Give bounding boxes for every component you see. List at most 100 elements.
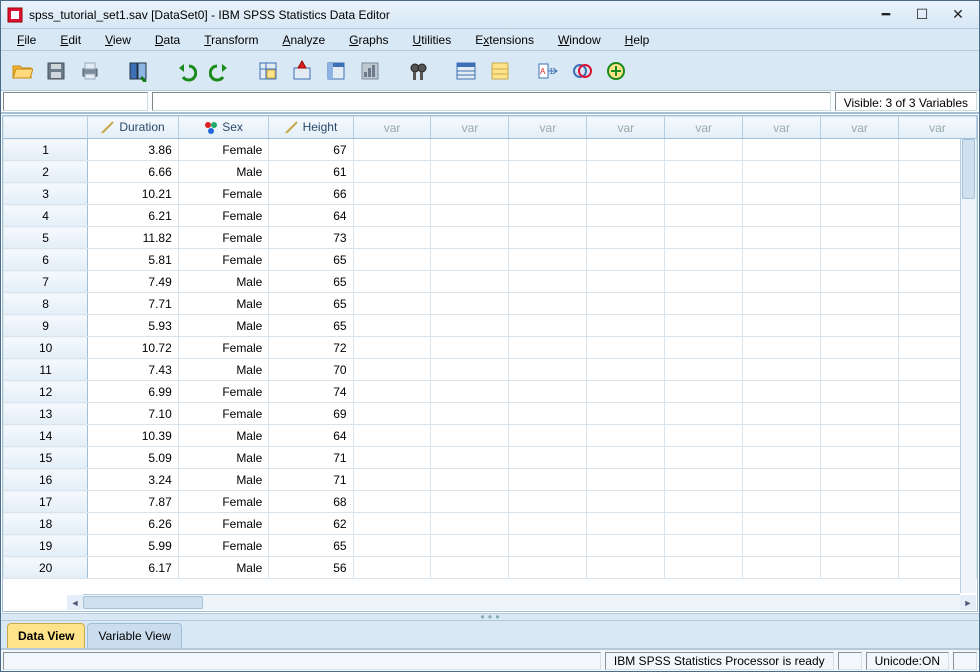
empty-cell[interactable] [509,557,587,579]
empty-cell[interactable] [353,293,431,315]
empty-cell[interactable] [353,271,431,293]
empty-cell[interactable] [821,491,899,513]
empty-cell[interactable] [353,491,431,513]
empty-cell[interactable] [665,535,743,557]
empty-cell[interactable] [743,227,821,249]
empty-cell[interactable] [353,315,431,337]
empty-cell[interactable] [743,271,821,293]
save-button[interactable] [41,56,71,86]
cell[interactable]: 6.99 [88,381,179,403]
cell[interactable]: Male [178,161,269,183]
empty-cell[interactable] [587,271,665,293]
empty-column-header[interactable]: var [665,117,743,139]
cell[interactable]: 6.66 [88,161,179,183]
empty-cell[interactable] [743,315,821,337]
recall-dialog-button[interactable] [123,56,153,86]
menu-window[interactable]: Window [546,31,613,49]
empty-cell[interactable] [509,249,587,271]
cell[interactable]: 5.99 [88,535,179,557]
empty-cell[interactable] [665,381,743,403]
empty-cell[interactable] [587,447,665,469]
maximize-button[interactable]: ☐ [905,4,939,26]
empty-cell[interactable] [743,513,821,535]
cell[interactable]: Female [178,491,269,513]
empty-cell[interactable] [509,403,587,425]
empty-cell[interactable] [743,139,821,161]
scroll-left-arrow[interactable]: ◄ [67,595,83,610]
empty-cell[interactable] [587,403,665,425]
split-file-button[interactable] [451,56,481,86]
empty-cell[interactable] [587,205,665,227]
empty-cell[interactable] [509,271,587,293]
empty-cell[interactable] [431,557,509,579]
row-header[interactable]: 15 [4,447,88,469]
row-header[interactable]: 20 [4,557,88,579]
empty-cell[interactable] [743,403,821,425]
empty-cell[interactable] [353,535,431,557]
empty-cell[interactable] [431,249,509,271]
empty-cell[interactable] [353,183,431,205]
empty-cell[interactable] [821,227,899,249]
minimize-button[interactable]: ━ [869,4,903,26]
cell[interactable]: 10.39 [88,425,179,447]
cell[interactable]: Male [178,469,269,491]
empty-cell[interactable] [431,513,509,535]
row-header[interactable]: 2 [4,161,88,183]
empty-cell[interactable] [821,359,899,381]
horizontal-scroll-thumb[interactable] [83,596,203,609]
empty-cell[interactable] [821,403,899,425]
empty-cell[interactable] [743,359,821,381]
empty-cell[interactable] [509,469,587,491]
menu-help[interactable]: Help [613,31,662,49]
cell[interactable]: 6.21 [88,205,179,227]
cell[interactable]: 74 [269,381,353,403]
cell[interactable]: 67 [269,139,353,161]
cell[interactable]: Female [178,183,269,205]
empty-cell[interactable] [587,381,665,403]
cell[interactable]: 7.71 [88,293,179,315]
empty-cell[interactable] [587,315,665,337]
menu-data[interactable]: Data [143,31,192,49]
cell[interactable]: 3.86 [88,139,179,161]
empty-cell[interactable] [587,513,665,535]
row-header[interactable]: 7 [4,271,88,293]
vertical-scrollbar[interactable] [960,139,976,593]
column-header-height[interactable]: Height [269,117,353,139]
empty-cell[interactable] [587,359,665,381]
cell[interactable]: Female [178,139,269,161]
empty-cell[interactable] [509,293,587,315]
empty-cell[interactable] [821,425,899,447]
empty-cell[interactable] [821,139,899,161]
menu-extensions[interactable]: Extensions [463,31,546,49]
cell[interactable]: 71 [269,447,353,469]
empty-cell[interactable] [821,183,899,205]
empty-cell[interactable] [665,557,743,579]
empty-cell[interactable] [743,469,821,491]
empty-cell[interactable] [431,315,509,337]
scroll-right-arrow[interactable]: ► [960,595,976,610]
empty-cell[interactable] [431,183,509,205]
empty-cell[interactable] [353,249,431,271]
row-header[interactable]: 1 [4,139,88,161]
empty-column-header[interactable]: var [821,117,899,139]
cell[interactable]: Male [178,315,269,337]
row-header[interactable]: 12 [4,381,88,403]
empty-column-header[interactable]: var [587,117,665,139]
empty-cell[interactable] [587,337,665,359]
cell[interactable]: 69 [269,403,353,425]
empty-cell[interactable] [821,161,899,183]
redo-button[interactable] [205,56,235,86]
empty-cell[interactable] [743,557,821,579]
empty-cell[interactable] [821,315,899,337]
empty-cell[interactable] [821,381,899,403]
menu-graphs[interactable]: Graphs [337,31,400,49]
tab-data-view[interactable]: Data View [7,623,85,648]
goto-case-button[interactable] [253,56,283,86]
empty-cell[interactable] [431,447,509,469]
empty-cell[interactable] [743,447,821,469]
empty-column-header[interactable]: var [743,117,821,139]
horizontal-scrollbar[interactable]: ◄ ► [83,594,960,610]
empty-column-header[interactable]: var [353,117,431,139]
cell-value-box[interactable] [152,92,831,111]
cell-reference-box[interactable] [3,92,148,111]
